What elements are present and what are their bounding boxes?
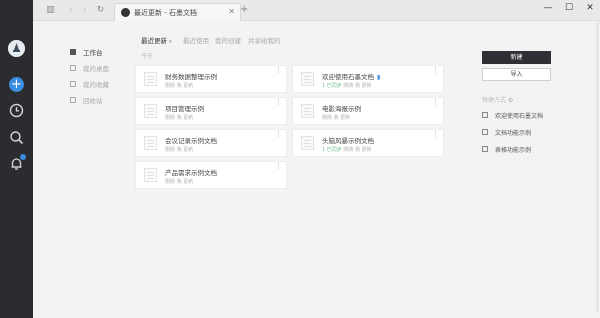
tab-recent-updates[interactable]: 最近更新 ▾ [141,35,172,45]
more-options-icon[interactable]: ⋮ [432,67,439,74]
doc-title: 产品需求示例文档 [165,169,217,177]
title-bar: ▥ ‹ › ↻ 最近更新 - 石墨文档 ✕ + — ☐ ✕ [33,0,600,21]
tab-label: 最近更新 - 石墨文档 [134,9,197,17]
new-document-button[interactable]: 新建 [482,51,551,64]
doc-card[interactable]: 项目管理示例 刚刚 我 更新 ⋮ [135,97,287,125]
doc-meta: 刚刚 我 更新 [165,83,194,89]
recent-icon[interactable] [9,103,24,118]
shortcuts-heading-text: 快捷方式 [482,97,507,104]
workspace-icon [70,49,76,55]
badge-icon: ▮ [377,74,381,81]
nav-item-label: 我的桌面 [83,65,109,73]
app-rail: + [0,0,33,318]
shortcut-label: 文档功能示例 [495,130,532,137]
doc-title: 财务数据整理示例 [165,73,217,81]
document-icon [482,129,488,135]
shortcut-label: 表格功能示例 [495,147,532,154]
more-options-icon[interactable]: ⋮ [432,131,439,138]
tab-recent-used[interactable]: 最近使用 [183,35,209,45]
tab-shared-with-me[interactable]: 共享给我的 [248,35,281,45]
tab-my-created[interactable]: 我的创建 [215,35,241,45]
scrollbar[interactable] [596,22,599,312]
back-arrow-icon[interactable]: ‹ [65,5,76,16]
chevron-down-icon: ▾ [169,39,172,45]
more-options-icon[interactable]: ⋮ [275,163,282,170]
doc-card[interactable]: 产品需求示例文档 刚刚 我 更新 ⋮ [135,161,287,189]
maximize-button[interactable]: ☐ [563,3,575,13]
trash-icon [70,97,76,103]
document-icon [301,72,314,86]
import-button[interactable]: 导入 [482,68,551,81]
doc-meta-text: 刚刚 我 更新 [343,83,372,89]
notification-bell-icon[interactable] [9,154,26,171]
close-button[interactable]: ✕ [584,3,596,13]
doc-title: 项目管理示例 [165,105,204,113]
more-options-icon[interactable]: ⋮ [432,99,439,106]
doc-title: 欢迎使用石墨文档 ▮ [322,71,380,81]
document-icon [144,104,157,118]
shortcut-label: 欢迎使用石墨文档 [495,113,544,120]
new-tab-button[interactable]: + [240,4,248,15]
doc-card[interactable]: 头脑风暴示例文档 1 已同步 刚刚 我 更新 ⋮ [292,129,444,157]
desktop-icon [70,65,76,71]
section-label-today: 今天 [141,53,154,60]
minimize-button[interactable]: — [542,3,554,13]
doc-title: 会议记录示例文档 [165,137,217,145]
forward-arrow-icon[interactable]: › [79,5,90,16]
more-options-icon[interactable]: ⋮ [275,99,282,106]
nav-item-label: 我的收藏 [83,81,109,89]
doc-card[interactable]: 会议记录示例文档 刚刚 我 更新 ⋮ [135,129,287,157]
document-icon [144,168,157,182]
refresh-icon[interactable]: ↻ [95,5,106,16]
doc-meta: 刚刚 我 更新 [165,179,194,185]
doc-title: 头脑风暴示例文档 [322,137,374,145]
doc-title: 电影海报示例 [322,105,361,113]
doc-card[interactable]: 财务数据整理示例 刚刚 我 更新 ⋮ [135,65,287,93]
tab-label: 最近更新 [141,37,167,45]
doc-card[interactable]: 电影海报示例 刚刚 我 更新 ⋮ [292,97,444,125]
doc-title-text: 欢迎使用石墨文档 [322,73,374,81]
sync-status: 1 已同步 [322,83,342,89]
shimo-logo-icon [121,8,130,17]
doc-meta: 刚刚 我 更新 [165,147,194,153]
more-options-icon[interactable]: ⋮ [275,131,282,138]
shortcuts-heading: 快捷方式 ⚙ [482,95,513,104]
doc-meta: 刚刚 我 更新 [165,115,194,121]
spreadsheet-icon [482,146,488,152]
browser-tab[interactable]: 最近更新 - 石墨文档 ✕ [114,3,241,21]
sync-status: 1 已同步 [322,147,342,153]
nav-item-label: 回收站 [83,97,103,105]
user-avatar-icon [8,40,25,57]
document-icon [482,112,488,118]
more-options-icon[interactable]: ⋮ [275,67,282,74]
document-icon [301,104,314,118]
doc-meta-text: 刚刚 我 更新 [343,147,372,153]
avatar[interactable] [8,40,25,57]
create-button[interactable]: + [9,77,24,92]
gear-icon[interactable]: ⚙ [508,97,513,104]
doc-card[interactable]: 欢迎使用石墨文档 ▮ 1 已同步 刚刚 我 更新 ⋮ [292,65,444,93]
document-icon [301,136,314,150]
sidebar-toggle-icon[interactable]: ▥ [45,5,56,16]
doc-meta: 1 已同步 刚刚 我 更新 [322,146,372,153]
favorites-icon [70,81,76,87]
nav-item-label: 工作台 [83,49,103,57]
doc-meta: 刚刚 我 更新 [322,115,351,121]
document-icon [144,136,157,150]
doc-meta: 1 已同步 刚刚 我 更新 [322,82,372,89]
document-icon [144,72,157,86]
tab-close-icon[interactable]: ✕ [228,7,235,16]
notification-dot [20,154,26,160]
search-icon[interactable] [9,130,24,145]
